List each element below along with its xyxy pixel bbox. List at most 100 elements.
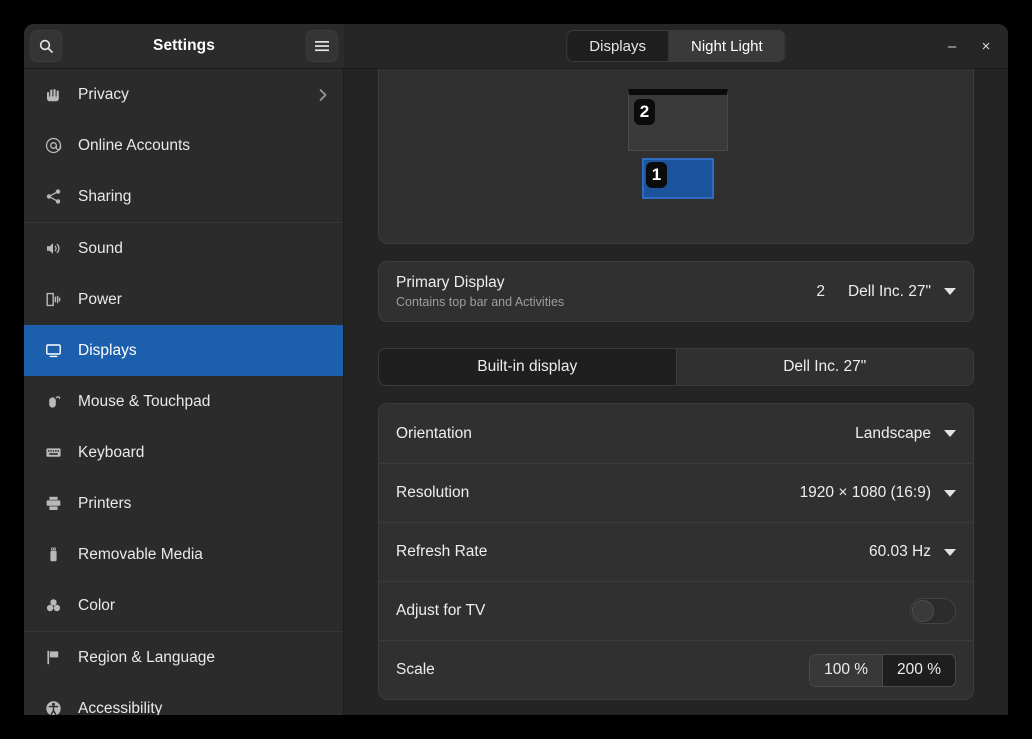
window-body: Privacy Online Accounts Sharing Sound Po…: [24, 69, 1008, 715]
hand-icon: [44, 86, 62, 104]
orientation-label: Orientation: [396, 424, 472, 442]
at-sign-icon: [44, 137, 62, 155]
refresh-rate-value: 60.03 Hz: [868, 543, 931, 560]
toggle-knob: [912, 600, 934, 622]
sidebar-item-label: Removable Media: [78, 545, 203, 563]
orientation-labels: Orientation: [396, 425, 472, 443]
sidebar-item-power[interactable]: Power: [24, 274, 343, 325]
adjust-for-tv-row: Adjust for TV: [379, 581, 973, 640]
chevron-down-icon[interactable]: [944, 288, 956, 295]
primary-display-value: Dell Inc. 27": [847, 282, 931, 300]
flag-icon: [44, 649, 62, 667]
close-button[interactable]: ×: [972, 32, 1000, 60]
sidebar-item-removable-media[interactable]: Removable Media: [24, 529, 343, 580]
primary-display-monitor-number: 2: [816, 282, 825, 300]
scale-labels: Scale: [396, 661, 435, 679]
hamburger-menu-icon: [314, 39, 330, 53]
minimize-button[interactable]: –: [938, 32, 966, 60]
sidebar-item-printers[interactable]: Printers: [24, 478, 343, 529]
search-button[interactable]: [30, 30, 62, 62]
display-tab-built-in[interactable]: Built-in display: [379, 349, 676, 385]
resolution-label: Resolution: [396, 484, 470, 501]
primary-display-labels: Primary Display Contains top bar and Act…: [396, 274, 564, 309]
scale-row: Scale 100 % 200 %: [379, 640, 973, 699]
color-circles-icon: [44, 597, 62, 615]
sidebar-item-online-accounts[interactable]: Online Accounts: [24, 120, 343, 171]
sidebar-item-label: Online Accounts: [78, 136, 191, 154]
sidebar-item-sharing[interactable]: Sharing: [24, 171, 343, 222]
sidebar-item-mouse-touchpad[interactable]: Mouse & Touchpad: [24, 376, 343, 427]
refresh-rate-label: Refresh Rate: [396, 543, 488, 560]
adjust-for-tv-toggle[interactable]: [910, 598, 956, 624]
titlebar: Settings Displays Night Light – ×: [24, 24, 1008, 69]
sidebar-item-label: Power: [78, 290, 122, 308]
refresh-rate-labels: Refresh Rate: [396, 543, 487, 561]
accessibility-icon: [44, 700, 62, 715]
orientation-value-group[interactable]: Landscape: [855, 425, 956, 443]
sidebar-item-color[interactable]: Color: [24, 580, 343, 631]
app-title: Settings: [153, 37, 215, 54]
refresh-rate-row[interactable]: Refresh Rate 60.03 Hz: [379, 522, 973, 581]
display-tab-dell[interactable]: Dell Inc. 27": [675, 349, 973, 385]
window-controls: – ×: [938, 32, 1000, 60]
printer-icon: [44, 495, 62, 513]
sidebar[interactable]: Privacy Online Accounts Sharing Sound Po…: [24, 69, 344, 715]
tab-night-light[interactable]: Night Light: [667, 31, 785, 61]
scale-control: 100 % 200 %: [809, 653, 956, 687]
sidebar-item-displays[interactable]: Displays: [24, 325, 343, 376]
primary-display-card: Primary Display Contains top bar and Act…: [378, 261, 974, 322]
resolution-row[interactable]: Resolution 1920 × 1080 (16:9): [379, 463, 973, 522]
sidebar-item-privacy[interactable]: Privacy: [24, 69, 343, 120]
primary-display-title: Primary Display: [396, 274, 505, 291]
keyboard-icon: [44, 444, 62, 462]
sidebar-item-label: Mouse & Touchpad: [78, 392, 211, 410]
scale-option-100[interactable]: 100 %: [810, 654, 883, 686]
adjust-for-tv-control: [910, 598, 956, 624]
screen: Settings Displays Night Light – × Privac…: [0, 0, 1032, 739]
chevron-down-icon[interactable]: [944, 430, 956, 437]
display-arrangement-area[interactable]: 2 1: [378, 69, 974, 244]
speaker-icon: [44, 240, 62, 258]
sidebar-item-label: Keyboard: [78, 443, 145, 461]
sidebar-item-keyboard[interactable]: Keyboard: [24, 427, 343, 478]
adjust-for-tv-labels: Adjust for TV: [396, 602, 485, 620]
refresh-rate-value-group[interactable]: 60.03 Hz: [869, 543, 956, 561]
monitor-icon: [44, 342, 62, 360]
resolution-labels: Resolution: [396, 484, 469, 502]
display-settings-card: Orientation Landscape Resolution 1920 × …: [378, 403, 974, 700]
usb-drive-icon: [44, 546, 62, 564]
chevron-right-icon: [317, 87, 329, 103]
displays-panel: 2 1 Primary Display Contains top bar and…: [344, 69, 1008, 715]
main-menu-button[interactable]: [306, 30, 338, 62]
sidebar-item-label: Privacy: [78, 85, 129, 103]
sidebar-item-label: Region & Language: [78, 648, 216, 666]
monitor-number-badge: 2: [634, 99, 655, 125]
primary-display-value-group[interactable]: 2 Dell Inc. 27": [816, 283, 956, 301]
tab-displays[interactable]: Displays: [567, 31, 668, 61]
orientation-value: Landscape: [855, 424, 931, 442]
sidebar-item-sound[interactable]: Sound: [24, 223, 343, 274]
chevron-down-icon[interactable]: [944, 489, 956, 497]
chevron-down-icon[interactable]: [944, 548, 956, 556]
sidebar-item-label: Sound: [78, 239, 123, 257]
scale-segmented-control: 100 % 200 %: [809, 653, 956, 687]
monitor-thumbnail-2[interactable]: 2: [628, 89, 728, 151]
sidebar-item-label: Accessibility: [78, 699, 163, 716]
sidebar-item-label: Printers: [78, 494, 132, 512]
battery-plug-icon: [44, 291, 62, 309]
monitor-thumbnail-1[interactable]: 1: [642, 158, 714, 199]
display-chooser: Built-in display Dell Inc. 27": [378, 348, 974, 386]
titlebar-right: Displays Night Light – ×: [344, 24, 1008, 69]
sidebar-item-accessibility[interactable]: Accessibility: [24, 683, 343, 715]
resolution-value-group[interactable]: 1920 × 1080 (16:9): [800, 484, 956, 502]
orientation-row[interactable]: Orientation Landscape: [379, 404, 973, 463]
monitor-number-badge: 1: [646, 162, 667, 188]
search-icon: [38, 38, 54, 54]
primary-display-row[interactable]: Primary Display Contains top bar and Act…: [379, 262, 973, 321]
sidebar-item-region-language[interactable]: Region & Language: [24, 632, 343, 683]
resolution-value: 1920 × 1080 (16:9): [799, 484, 931, 501]
adjust-for-tv-label: Adjust for TV: [396, 602, 486, 619]
settings-window: Settings Displays Night Light – × Privac…: [24, 24, 1008, 715]
view-tab-switcher: Displays Night Light: [566, 30, 786, 62]
scale-option-200[interactable]: 200 %: [882, 654, 955, 686]
